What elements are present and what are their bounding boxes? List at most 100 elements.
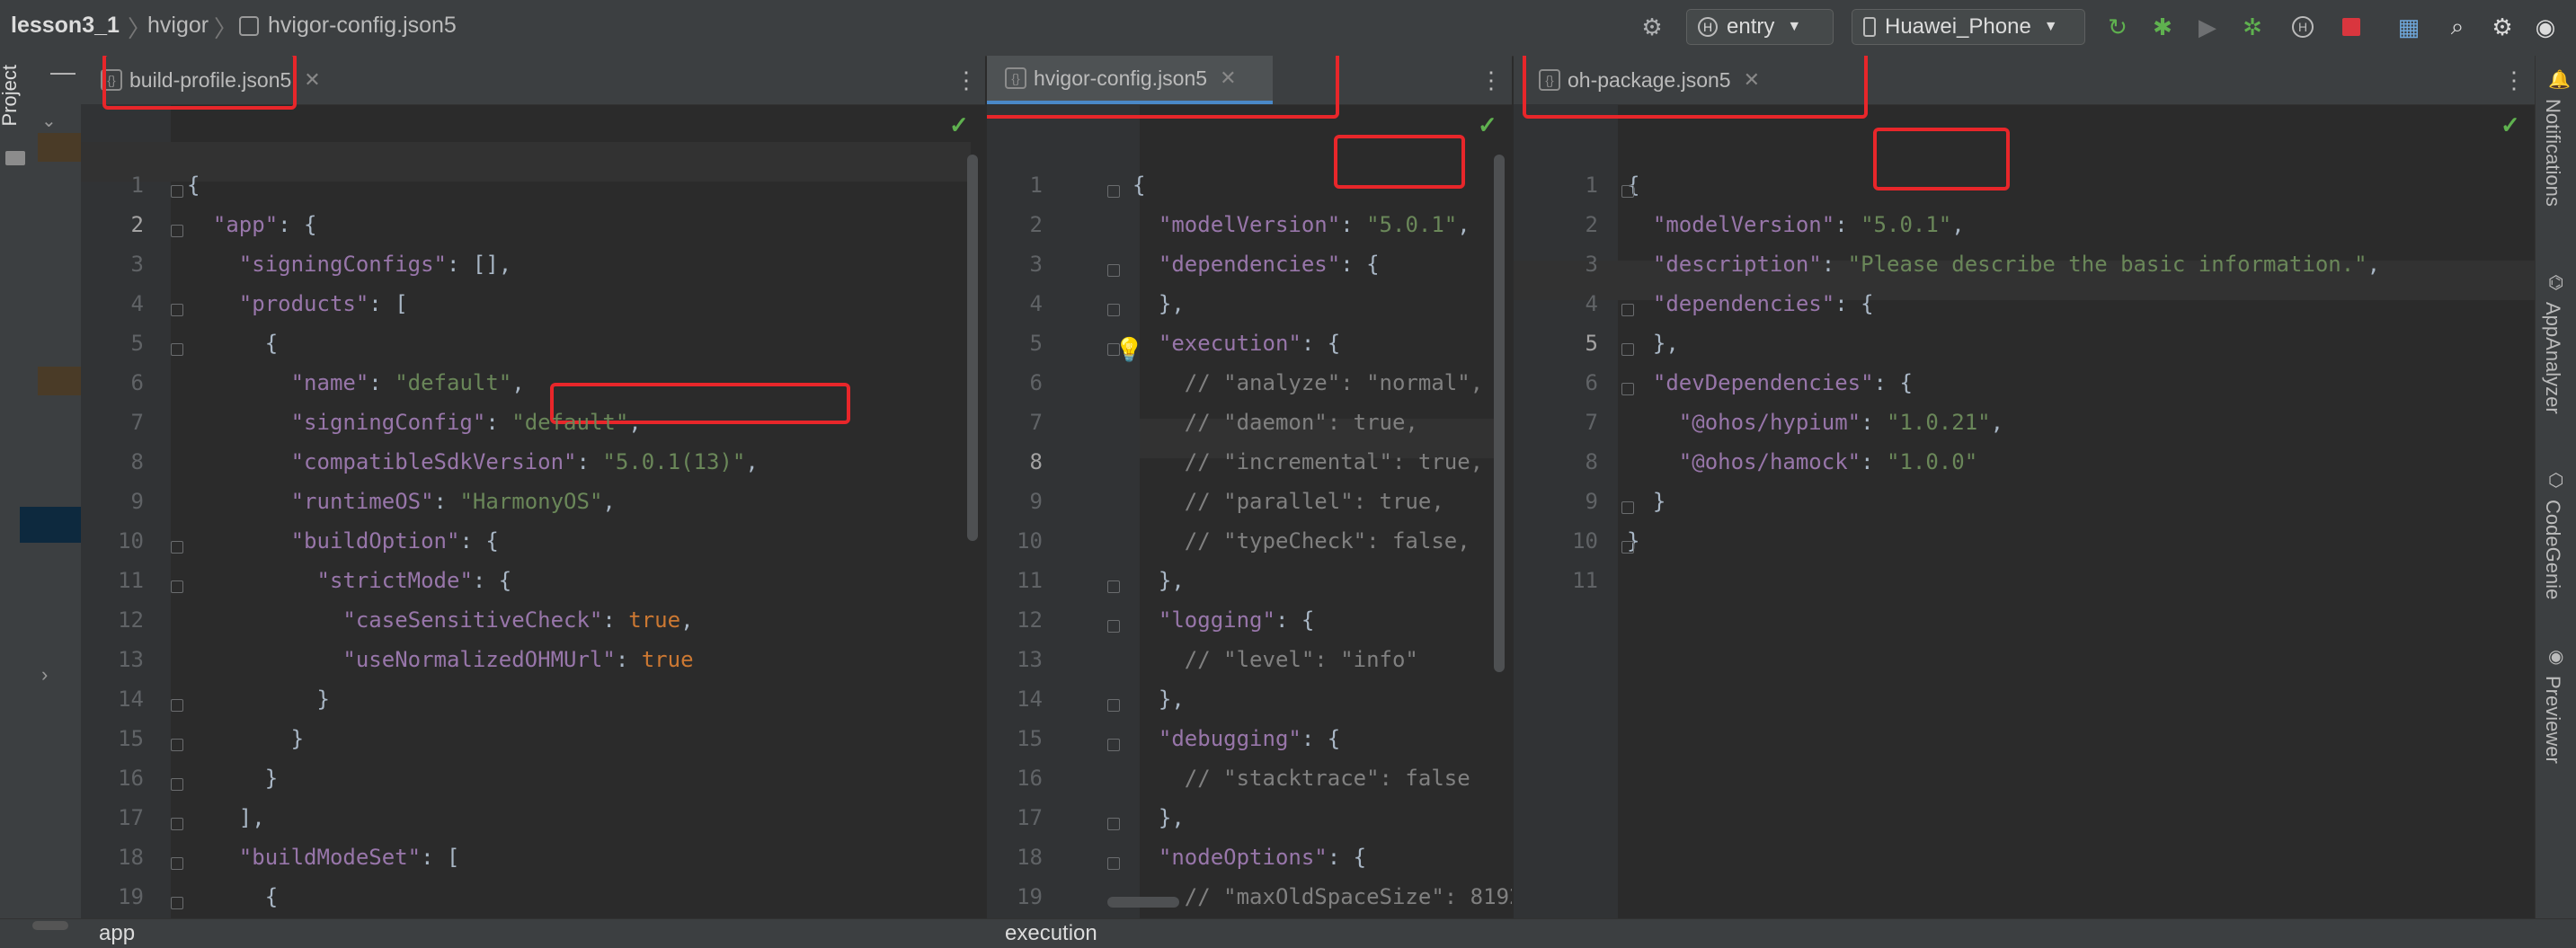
code-line[interactable]: }, (1133, 687, 1185, 712)
tab-hvigor-config[interactable]: {} hvigor-config.json5 ✕ (987, 56, 1273, 104)
fold-marker-icon[interactable] (1107, 264, 1120, 277)
settings-target-icon[interactable]: ⚙ (1638, 13, 1666, 41)
code-line[interactable]: // "daemon": true, (1133, 410, 1418, 435)
fold-marker-icon[interactable] (1107, 620, 1120, 633)
fold-marker-icon[interactable] (171, 818, 183, 830)
code-line[interactable]: } (187, 687, 329, 712)
previewer-tool-tab[interactable]: Previewer (2541, 676, 2564, 764)
code-line[interactable]: // "incremental": true, (1133, 449, 1483, 474)
tree-row-highlight[interactable] (38, 133, 81, 162)
gear-icon[interactable]: ⚙ (2488, 13, 2517, 41)
code-line[interactable]: "app": { (187, 212, 317, 237)
code-line[interactable]: ], (187, 805, 265, 830)
code-line[interactable]: "runtimeOS": "HarmonyOS", (187, 489, 616, 514)
code-line[interactable]: // "stacktrace": false (1133, 766, 1470, 791)
close-icon[interactable]: ✕ (1744, 68, 1760, 92)
code-line[interactable]: // "parallel": true, (1133, 489, 1444, 514)
scroll-thumb[interactable] (32, 921, 68, 930)
fold-marker-icon[interactable] (1621, 304, 1634, 316)
status-path-pane2[interactable]: execution (1005, 921, 1097, 946)
code-line[interactable]: // "level": "info" (1133, 647, 1418, 672)
breadcrumb-folder[interactable]: hvigor (147, 13, 209, 39)
code-line[interactable]: "buildModeSet": [ (187, 845, 460, 870)
fold-marker-icon[interactable] (171, 778, 183, 791)
code-line[interactable]: { (1133, 173, 1145, 198)
search-icon[interactable]: ⌕ (2443, 13, 2472, 41)
fold-marker-icon[interactable] (171, 185, 183, 198)
code-line[interactable]: "name": "default", (187, 370, 525, 395)
vertical-scrollbar[interactable] (967, 155, 978, 541)
fold-marker-icon[interactable] (1107, 580, 1120, 593)
stop-icon[interactable] (2337, 13, 2366, 41)
code-line[interactable]: "nodeOptions": { (1133, 845, 1366, 870)
breadcrumb-project[interactable]: lesson3_1 (11, 13, 120, 39)
fold-marker-icon[interactable] (171, 739, 183, 751)
profile-bug-icon[interactable]: ✲ (2238, 13, 2267, 41)
notifications-tool-tab[interactable]: Notifications (2541, 99, 2564, 207)
fold-marker-icon[interactable] (171, 304, 183, 316)
user-icon[interactable]: ◉ (2531, 13, 2560, 41)
more-options-icon[interactable]: ⋮ (955, 66, 978, 94)
code-line[interactable]: "@ohos/hamock": "1.0.0" (1627, 449, 1977, 474)
code-line[interactable]: "modelVersion": "5.0.1", (1627, 212, 1965, 237)
code-line[interactable]: "products": [ (187, 291, 408, 316)
code-line[interactable]: "@ohos/hypium": "1.0.21", (1627, 410, 2003, 435)
appanalyzer-tool-tab[interactable]: AppAnalyzer (2541, 302, 2564, 414)
chevron-down-icon[interactable]: ⌄ (41, 110, 57, 132)
fold-marker-icon[interactable] (171, 343, 183, 356)
code-line[interactable]: "debugging": { (1133, 726, 1340, 751)
close-icon[interactable]: ✕ (304, 68, 320, 92)
code-line[interactable]: } (187, 766, 278, 791)
project-structure-icon[interactable]: ▦ (2394, 13, 2423, 41)
code-line[interactable]: "dependencies": { (1627, 291, 1874, 316)
status-path-pane1[interactable]: app (99, 921, 135, 946)
fold-marker-icon[interactable] (1621, 383, 1634, 395)
fold-marker-icon[interactable] (171, 857, 183, 870)
rerun-icon[interactable]: ↻ (2103, 13, 2132, 41)
code-line[interactable]: // "analyze": "normal", (1133, 370, 1483, 395)
fold-marker-icon[interactable] (171, 225, 183, 237)
breadcrumb-file[interactable]: hvigor-config.json5 (268, 13, 457, 39)
fold-marker-icon[interactable] (171, 580, 183, 593)
code-line[interactable]: "modelVersion": "5.0.1", (1133, 212, 1470, 237)
code-line[interactable]: } (187, 726, 304, 751)
fold-marker-icon[interactable] (1621, 501, 1634, 514)
codegenie-tool-tab[interactable]: CodeGenie (2541, 500, 2564, 599)
code-line[interactable]: "description": "Please describe the basi… (1627, 252, 2380, 277)
code-line[interactable]: { (187, 331, 278, 356)
code-line[interactable]: "execution": { (1133, 331, 1340, 356)
code-line[interactable]: "signingConfigs": [], (187, 252, 511, 277)
fold-marker-icon[interactable] (171, 897, 183, 909)
tree-row-selected[interactable] (20, 507, 81, 543)
project-tool-tab[interactable]: Project (0, 65, 22, 126)
chevron-right-icon[interactable]: › (41, 663, 48, 687)
close-icon[interactable]: ✕ (1220, 66, 1236, 90)
code-line[interactable]: "caseSensitiveCheck": true, (187, 607, 693, 633)
code-line[interactable]: "signingConfig": "default", (187, 410, 642, 435)
fold-marker-icon[interactable] (1621, 541, 1634, 554)
tab-oh-package[interactable]: {} oh-package.json5 ✕ (1526, 56, 1772, 104)
harmony-h-icon[interactable]: H (2288, 13, 2317, 41)
code-line[interactable]: { (187, 173, 200, 198)
tree-row-highlight[interactable] (38, 367, 81, 395)
code-line[interactable]: "useNormalizedOHMUrl": true (187, 647, 693, 672)
fold-marker-icon[interactable] (1107, 739, 1120, 751)
debug-bug-icon[interactable]: ✱ (2148, 13, 2177, 41)
code-line[interactable]: "buildOption": { (187, 528, 499, 554)
device-selector[interactable]: Huawei_Phone ▼ (1852, 9, 2085, 45)
code-line[interactable]: }, (1133, 805, 1185, 830)
more-options-icon[interactable]: ⋮ (1479, 66, 1503, 94)
code-line[interactable]: }, (1627, 331, 1679, 356)
fold-marker-icon[interactable] (1107, 818, 1120, 830)
code-line[interactable]: }, (1133, 568, 1185, 593)
attach-debugger-icon[interactable]: ▶ (2193, 13, 2222, 41)
fold-marker-icon[interactable] (171, 541, 183, 554)
code-line[interactable]: "dependencies": { (1133, 252, 1380, 277)
fold-marker-icon[interactable] (1107, 857, 1120, 870)
fold-marker-icon[interactable] (1107, 699, 1120, 712)
fold-marker-icon[interactable] (1107, 304, 1120, 316)
module-selector[interactable]: H entry ▼ (1686, 9, 1834, 45)
fold-marker-icon[interactable] (1621, 185, 1634, 198)
fold-marker-icon[interactable] (171, 699, 183, 712)
code-line[interactable]: // "maxOldSpaceSize": 8192 (1133, 884, 1512, 909)
